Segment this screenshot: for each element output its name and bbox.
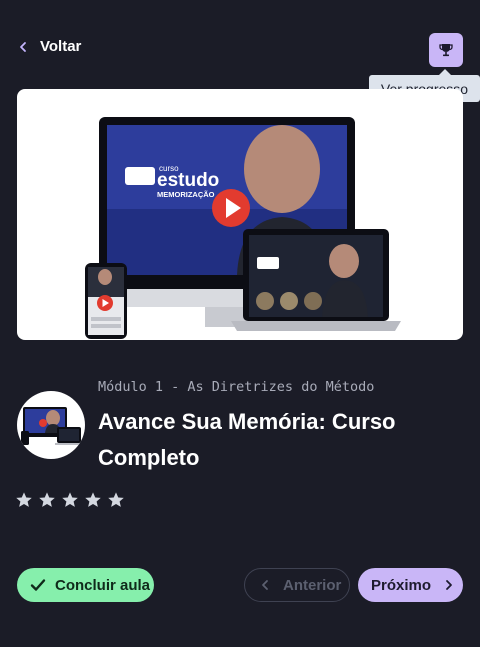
back-button[interactable]: Voltar [18, 38, 81, 55]
phone-mockup [85, 263, 127, 339]
play-icon[interactable] [212, 189, 250, 227]
progress-button[interactable] [429, 33, 463, 67]
chevron-left-icon [262, 580, 268, 590]
svg-text:estudo: estudo [157, 170, 219, 191]
laptop-mockup [231, 229, 401, 331]
video-player[interactable]: curso estudo MEMORIZAÇÃO [17, 89, 463, 340]
module-label: Módulo 1 - As Diretrizes do Método [98, 379, 375, 395]
check-icon [30, 579, 46, 591]
conclude-lesson-button[interactable]: Concluir aula [17, 568, 154, 602]
next-button[interactable]: Próximo [358, 568, 463, 602]
svg-text:MEMORIZAÇÃO: MEMORIZAÇÃO [157, 190, 215, 199]
next-label: Próximo [371, 576, 432, 594]
conclude-label: Concluir aula [55, 576, 151, 594]
chevron-right-icon [446, 580, 452, 590]
star-icon[interactable] [15, 491, 33, 509]
rating-stars [15, 491, 125, 509]
star-icon[interactable] [84, 491, 102, 509]
trophy-icon [439, 44, 453, 57]
chevron-left-icon [18, 41, 28, 53]
course-thumbnail [17, 391, 85, 459]
star-icon[interactable] [61, 491, 79, 509]
top-bar: Voltar Ver progresso [0, 0, 480, 102]
previous-label: Anterior [283, 576, 342, 594]
lesson-title: Avance Sua Memória: Curso Completo [98, 409, 396, 470]
star-icon[interactable] [107, 491, 125, 509]
previous-button[interactable]: Anterior [244, 568, 350, 602]
star-icon[interactable] [38, 491, 56, 509]
back-label: Voltar [40, 38, 82, 55]
